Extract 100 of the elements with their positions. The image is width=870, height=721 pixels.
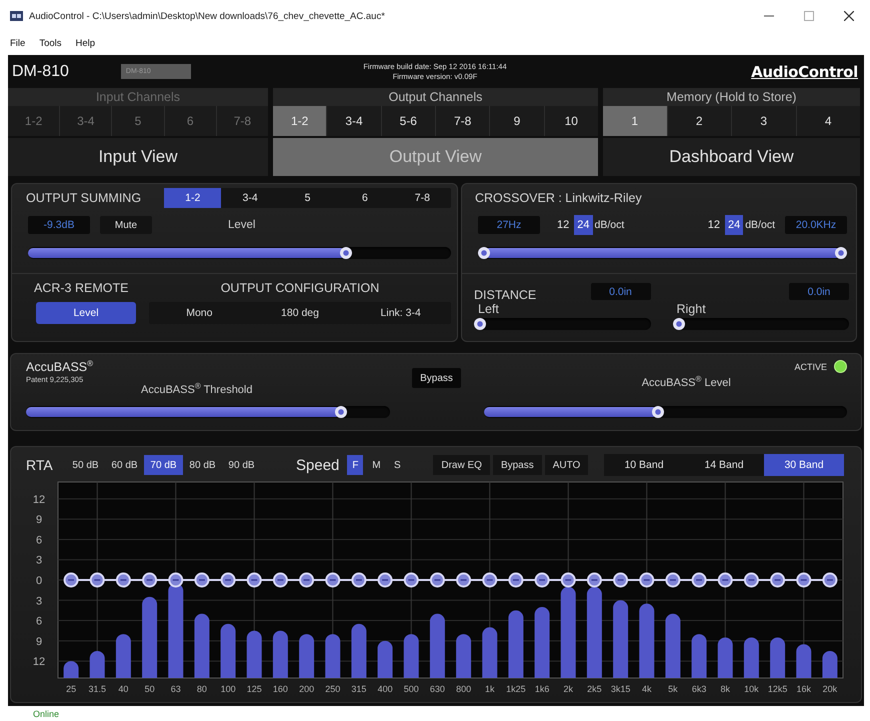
eq-handle[interactable] bbox=[168, 572, 184, 588]
eq-handle[interactable] bbox=[246, 572, 262, 588]
rta-action-button[interactable]: Draw EQ bbox=[433, 455, 490, 475]
eq-handle[interactable] bbox=[351, 572, 366, 588]
eq-handle[interactable] bbox=[64, 572, 79, 588]
eq-handle[interactable] bbox=[482, 572, 498, 588]
axis-label: 12 bbox=[32, 656, 46, 668]
eq-handle[interactable] bbox=[718, 572, 733, 588]
slider-thumb[interactable] bbox=[335, 406, 348, 418]
frequency-label: 160 bbox=[272, 684, 288, 694]
slider-track[interactable] bbox=[672, 318, 849, 330]
range-option[interactable]: 70 dB bbox=[144, 455, 183, 475]
device-name: DM-810 bbox=[12, 62, 69, 80]
frequency-label: 25 bbox=[66, 684, 76, 694]
eq-handle[interactable] bbox=[299, 572, 314, 588]
range-option[interactable]: 60 dB bbox=[105, 455, 144, 475]
section-title: RTA bbox=[26, 457, 54, 473]
slider-thumb[interactable] bbox=[474, 318, 486, 330]
bypass-button[interactable]: Bypass bbox=[412, 368, 461, 388]
eq-handle[interactable] bbox=[665, 572, 680, 588]
eq-handle[interactable] bbox=[220, 572, 236, 588]
slider-thumb[interactable] bbox=[478, 247, 490, 259]
axis-label: 3 bbox=[36, 554, 42, 567]
slider-track[interactable] bbox=[474, 318, 650, 330]
eq-handle[interactable] bbox=[325, 572, 340, 588]
level-button[interactable]: Level bbox=[36, 302, 136, 324]
speed-option[interactable]: F bbox=[347, 455, 364, 475]
channel-tab[interactable]: 6 bbox=[336, 188, 394, 208]
eq-handle[interactable] bbox=[378, 572, 393, 588]
slider-thumb[interactable] bbox=[652, 406, 664, 418]
eq-handle[interactable] bbox=[404, 572, 419, 588]
slope-option[interactable]: 12 bbox=[704, 215, 723, 235]
menu-item[interactable]: File bbox=[10, 38, 26, 49]
slider-track[interactable] bbox=[478, 247, 847, 259]
frequency-label: 80 bbox=[196, 684, 207, 694]
frequency-label: 6k3 bbox=[692, 684, 706, 694]
slider-track[interactable] bbox=[26, 406, 390, 418]
channel-tab[interactable]: 7-8 bbox=[394, 188, 452, 208]
menu-item[interactable]: Help bbox=[76, 38, 96, 49]
config-toggle[interactable]: 180 deg bbox=[250, 302, 350, 324]
eq-handle[interactable] bbox=[586, 572, 602, 588]
channel-tab[interactable]: 5 bbox=[278, 188, 336, 208]
eq-handle[interactable] bbox=[613, 572, 628, 588]
frequency-label: 1k6 bbox=[534, 684, 550, 694]
speed-option[interactable]: M bbox=[368, 455, 384, 475]
slider-thumb[interactable] bbox=[340, 247, 352, 259]
memory-button[interactable]: 1 bbox=[603, 106, 666, 136]
range-option[interactable]: 50 dB bbox=[66, 455, 105, 475]
eq-handle[interactable] bbox=[692, 572, 707, 588]
config-toggle[interactable]: Mono bbox=[149, 302, 250, 324]
channel-tab[interactable]: 3-4 bbox=[221, 188, 279, 208]
slope-option[interactable]: 24 bbox=[574, 215, 592, 235]
rta-action-button[interactable]: Bypass bbox=[492, 455, 542, 475]
channel-button[interactable]: 1-2 bbox=[273, 106, 326, 136]
eq-handle[interactable] bbox=[822, 572, 838, 588]
section-title: OUTPUT SUMMING bbox=[26, 191, 142, 205]
channel-tab[interactable]: 1-2 bbox=[164, 188, 222, 208]
eq-handle[interactable] bbox=[560, 572, 576, 588]
band-option[interactable]: 14 Band bbox=[684, 454, 764, 476]
eq-handle[interactable] bbox=[142, 572, 158, 588]
rta-bar bbox=[770, 637, 786, 678]
eq-handle[interactable] bbox=[430, 572, 445, 588]
eq-handle[interactable] bbox=[90, 572, 105, 588]
eq-handle[interactable] bbox=[508, 572, 524, 588]
speed-option[interactable]: S bbox=[389, 455, 406, 475]
slider-thumb[interactable] bbox=[835, 247, 847, 259]
eq-handle[interactable] bbox=[272, 572, 288, 588]
slope-option[interactable]: 12 bbox=[554, 215, 572, 235]
eq-handle[interactable] bbox=[796, 572, 812, 588]
rta-bar bbox=[508, 610, 524, 678]
range-option[interactable]: 80 dB bbox=[183, 455, 222, 475]
section-title: AccuBASS$^{®}$ bbox=[26, 360, 94, 375]
close-icon[interactable] bbox=[844, 11, 854, 21]
eq-handle[interactable] bbox=[534, 572, 550, 588]
eq-handle[interactable] bbox=[456, 572, 472, 588]
axis-label: 12 bbox=[32, 494, 46, 506]
eq-handle[interactable] bbox=[116, 572, 131, 588]
frequency-label: 500 bbox=[404, 684, 419, 694]
eq-handle[interactable] bbox=[194, 572, 210, 588]
view-tab[interactable]: Dashboard View bbox=[603, 138, 860, 176]
slider-track[interactable] bbox=[484, 406, 847, 418]
view-tab[interactable]: Input View bbox=[8, 138, 268, 176]
mute-button[interactable]: Mute bbox=[100, 216, 152, 234]
axis-label: 6 bbox=[36, 616, 42, 628]
frequency-label: 8k bbox=[720, 684, 730, 694]
range-option[interactable]: 90 dB bbox=[222, 455, 261, 475]
eq-handle[interactable] bbox=[744, 572, 759, 588]
frequency-label: 3k15 bbox=[610, 684, 630, 694]
rta-action-button[interactable]: AUTO bbox=[544, 455, 588, 475]
section-title: DISTANCE bbox=[474, 288, 536, 302]
eq-handle[interactable] bbox=[770, 572, 786, 588]
menu-item[interactable]: Tools bbox=[39, 38, 62, 49]
slider-thumb[interactable] bbox=[672, 318, 684, 330]
band-option[interactable]: 10 Band bbox=[604, 454, 684, 476]
slider-track[interactable] bbox=[28, 247, 451, 259]
config-toggle[interactable]: Link: 3-4 bbox=[350, 302, 452, 324]
slope-option[interactable]: 24 bbox=[724, 215, 744, 235]
eq-handle[interactable] bbox=[639, 572, 654, 588]
distance-readout: 0.0in bbox=[590, 283, 650, 300]
band-option[interactable]: 30 Band bbox=[764, 454, 844, 476]
